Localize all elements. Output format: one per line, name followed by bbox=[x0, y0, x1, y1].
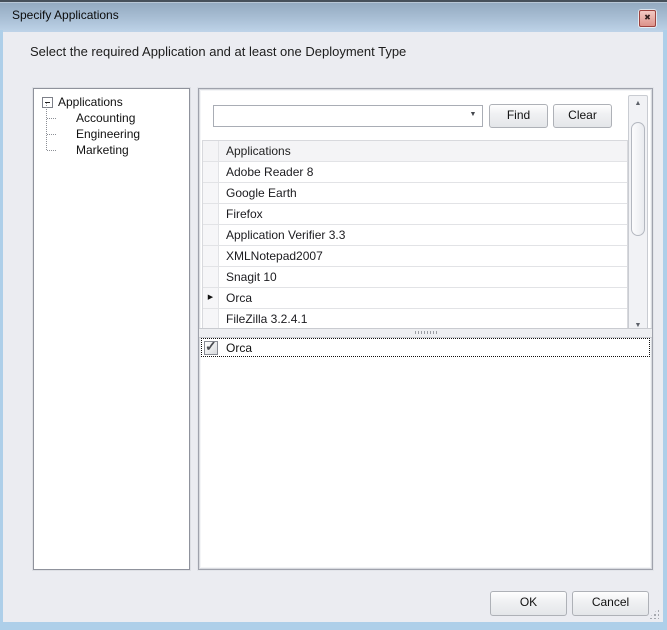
row-indicator: ▶ bbox=[203, 288, 219, 308]
grid-indicator-header bbox=[203, 141, 219, 161]
find-button[interactable]: Find bbox=[489, 104, 548, 128]
grid-header-row: Applications bbox=[203, 141, 627, 162]
tree-item-accounting[interactable]: Accounting bbox=[34, 110, 189, 126]
dialog-border-bottom bbox=[0, 622, 667, 630]
grid-row[interactable]: Application Verifier 3.3 bbox=[203, 225, 627, 246]
clear-button[interactable]: Clear bbox=[553, 104, 612, 128]
grid-row[interactable]: Firefox bbox=[203, 204, 627, 225]
cancel-button[interactable]: Cancel bbox=[572, 591, 649, 616]
window-titlebar: Specify Applications ✖ bbox=[0, 0, 667, 32]
grid-cell[interactable]: Snagit 10 bbox=[219, 267, 627, 287]
tree-item-marketing[interactable]: Marketing bbox=[34, 142, 189, 158]
tree-item-applications[interactable]: Applications bbox=[34, 94, 189, 110]
grid-cell[interactable]: FileZilla 3.2.4.1 bbox=[219, 309, 627, 328]
instruction-text: Select the required Application and at l… bbox=[30, 44, 406, 59]
row-indicator bbox=[203, 309, 219, 328]
grid-row[interactable]: Google Earth bbox=[203, 183, 627, 204]
deployment-item-label: Orca bbox=[226, 341, 252, 355]
grid-column-header[interactable]: Applications bbox=[219, 141, 627, 161]
deployment-item-orca[interactable]: ✓ Orca bbox=[201, 338, 650, 357]
row-indicator bbox=[203, 267, 219, 287]
row-indicator bbox=[203, 204, 219, 224]
row-indicator bbox=[203, 162, 219, 182]
splitter-handle[interactable] bbox=[199, 328, 652, 338]
deployment-type-list: ✓ Orca bbox=[201, 338, 650, 567]
splitter-grip-icon bbox=[415, 331, 437, 334]
close-icon: ✖ bbox=[644, 13, 651, 22]
row-indicator bbox=[203, 183, 219, 203]
application-search-combo[interactable]: ▼ bbox=[213, 105, 483, 127]
tree-item-label: Accounting bbox=[76, 110, 135, 126]
specify-applications-dialog: Specify Applications ✖ Select the requir… bbox=[0, 0, 667, 630]
dialog-border-left bbox=[0, 30, 3, 630]
grid-cell[interactable]: Firefox bbox=[219, 204, 627, 224]
tree-item-label: Applications bbox=[58, 94, 123, 110]
grid-cell[interactable]: Orca bbox=[219, 288, 627, 308]
ok-button[interactable]: OK bbox=[490, 591, 567, 616]
check-icon: ✓ bbox=[205, 338, 217, 355]
grid-row[interactable]: Snagit 10 bbox=[203, 267, 627, 288]
grid-cell[interactable]: XMLNotepad2007 bbox=[219, 246, 627, 266]
row-indicator bbox=[203, 246, 219, 266]
grid-cell[interactable]: Application Verifier 3.3 bbox=[219, 225, 627, 245]
tree-item-label: Engineering bbox=[76, 126, 140, 142]
orca-checkbox[interactable]: ✓ bbox=[204, 341, 218, 355]
scroll-up-icon: ▲ bbox=[635, 100, 642, 107]
tree-item-label: Marketing bbox=[76, 142, 129, 158]
resize-grip[interactable] bbox=[648, 608, 659, 619]
grid-cell[interactable]: Adobe Reader 8 bbox=[219, 162, 627, 182]
dialog-border-right bbox=[663, 30, 667, 630]
grid-row[interactable]: Adobe Reader 8 bbox=[203, 162, 627, 183]
row-pointer-icon: ▶ bbox=[208, 294, 213, 301]
tree-expander-icon[interactable] bbox=[42, 97, 53, 108]
grid-row-selected[interactable]: ▶ Orca bbox=[203, 288, 627, 309]
application-search-input[interactable] bbox=[214, 106, 466, 124]
combo-dropdown-button[interactable]: ▼ bbox=[464, 106, 482, 124]
grid-row[interactable]: XMLNotepad2007 bbox=[203, 246, 627, 267]
applications-tree-panel: Applications Accounting Engineering Mark… bbox=[33, 88, 190, 570]
close-button[interactable]: ✖ bbox=[639, 10, 656, 27]
scrollbar-thumb[interactable] bbox=[631, 122, 645, 236]
applications-panel: ▼ Find Clear ▲ ▼ Applications Adobe Read… bbox=[198, 88, 653, 570]
grid-row[interactable]: FileZilla 3.2.4.1 bbox=[203, 309, 627, 328]
scrollbar-up-button[interactable]: ▲ bbox=[629, 97, 647, 111]
tree-item-engineering[interactable]: Engineering bbox=[34, 126, 189, 142]
window-title: Specify Applications bbox=[12, 8, 119, 22]
applications-grid: Applications Adobe Reader 8 Google Earth… bbox=[202, 140, 628, 328]
grid-cell[interactable]: Google Earth bbox=[219, 183, 627, 203]
chevron-down-icon: ▼ bbox=[470, 111, 477, 118]
row-indicator bbox=[203, 225, 219, 245]
grid-scrollbar[interactable]: ▲ ▼ bbox=[628, 95, 648, 335]
